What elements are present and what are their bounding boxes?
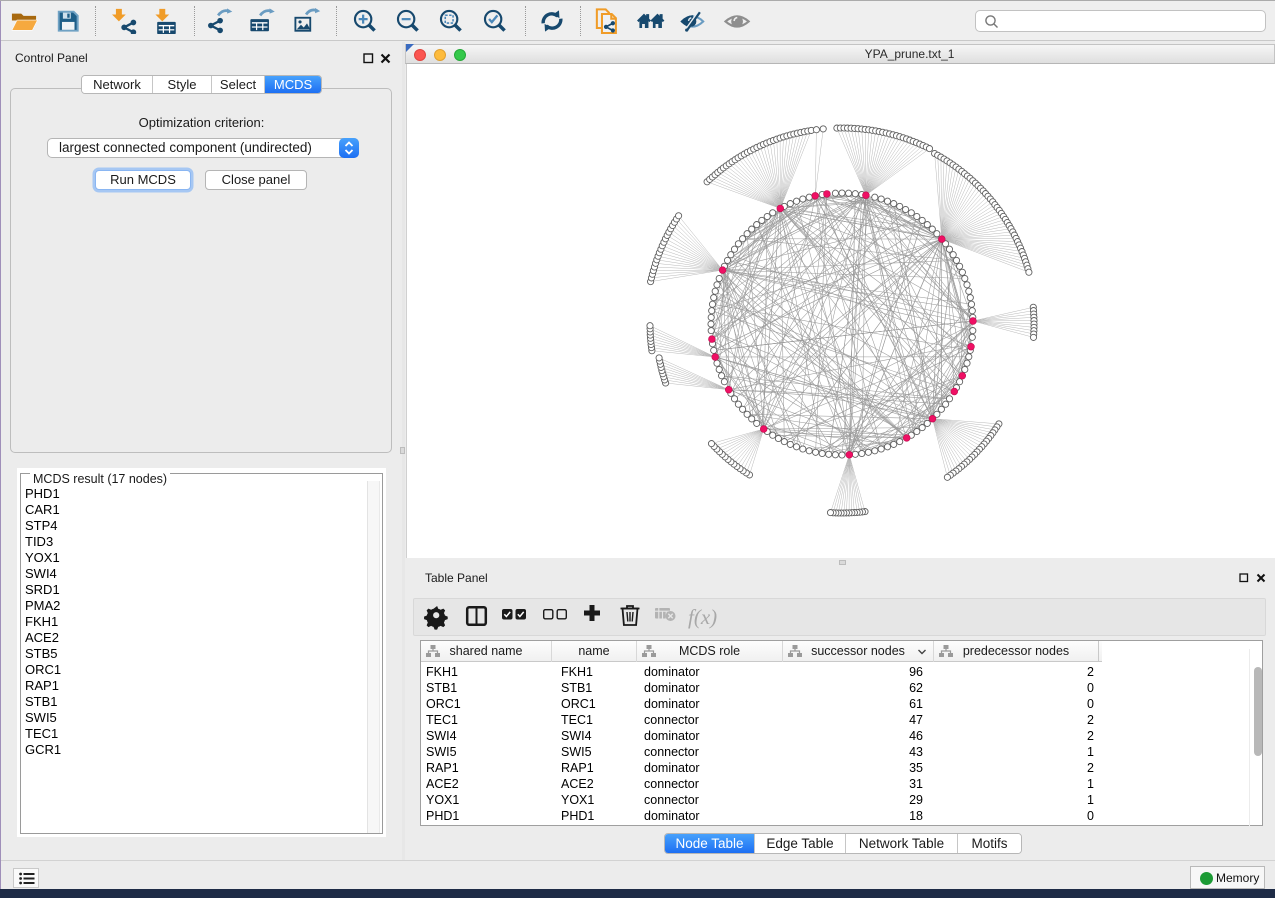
svg-text:f(x): f(x) (688, 605, 717, 629)
